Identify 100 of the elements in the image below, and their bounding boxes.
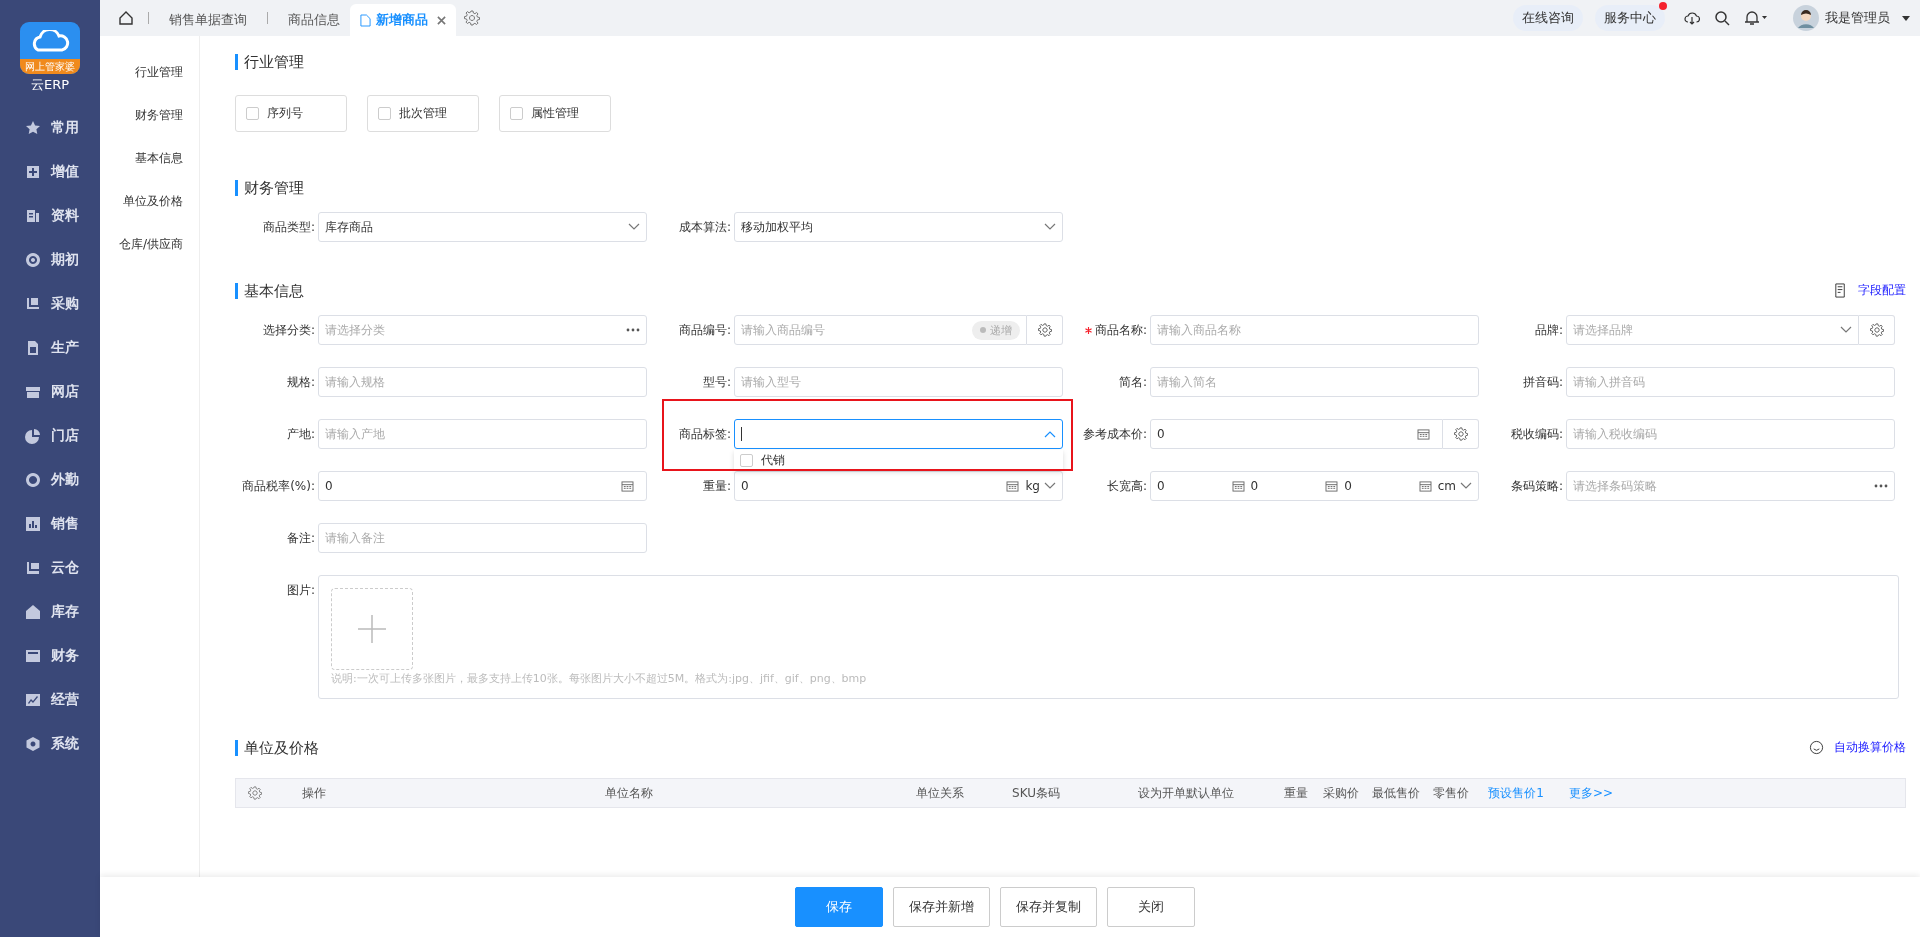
checkbox[interactable]: [510, 107, 523, 120]
section-title: 基本信息: [235, 282, 304, 299]
sidebar-item[interactable]: 增值: [0, 150, 100, 194]
logo-badge: 网上管家婆: [20, 59, 80, 74]
select-field[interactable]: 库存商品: [318, 212, 647, 242]
dropdown-option[interactable]: 代销: [734, 451, 785, 469]
sidebar-item[interactable]: 网店: [0, 370, 100, 414]
wallet-icon: [25, 648, 41, 664]
footer-button[interactable]: 关闭: [1107, 887, 1195, 927]
chevron-down-icon: [1044, 482, 1056, 490]
sidebar-item[interactable]: 经营: [0, 678, 100, 722]
chevron-icon: [1044, 430, 1056, 438]
sidebar-item[interactable]: 财务: [0, 634, 100, 678]
sidebar-item[interactable]: 销售: [0, 502, 100, 546]
document-icon: [360, 13, 371, 27]
dimension-value: 0: [1157, 479, 1166, 493]
checkbox[interactable]: [378, 107, 391, 120]
sidebar-item[interactable]: 期初: [0, 238, 100, 282]
document-icon: [25, 340, 41, 356]
anchor-link[interactable]: 财务管理: [100, 107, 199, 150]
footer-button[interactable]: 保存并新增: [893, 887, 990, 927]
field-label: 参考成本价:: [1081, 426, 1148, 443]
column-header: 预设售价1: [1487, 784, 1545, 802]
select-field[interactable]: 移动加权平均: [734, 212, 1063, 242]
settings-icon: [1453, 427, 1468, 441]
chevron-down-icon: [1044, 223, 1056, 231]
sidebar-item[interactable]: 常用: [0, 106, 100, 150]
settings-button[interactable]: [1443, 419, 1479, 449]
field-label: 简名:: [1117, 374, 1148, 391]
sidebar-item[interactable]: 生产: [0, 326, 100, 370]
store-icon: [25, 384, 41, 400]
dimensions-field[interactable]: 0 0 0 cm: [1150, 471, 1479, 501]
checkbox[interactable]: [246, 107, 259, 120]
dimension-value: 0: [1344, 479, 1353, 493]
field-label: 商品编号:: [677, 322, 732, 339]
field-label: 商品税率(%):: [241, 478, 316, 495]
anchor-link[interactable]: 行业管理: [100, 64, 199, 107]
anchor-link[interactable]: 仓库/供应商: [100, 236, 199, 279]
chart-icon: [25, 692, 41, 708]
pie-chart-icon: [25, 428, 41, 444]
settings-icon: [1037, 323, 1052, 337]
field-label: 成本算法:: [677, 219, 732, 236]
sidebar-item[interactable]: 云仓: [0, 546, 100, 590]
more-icon: [1874, 484, 1888, 488]
number-field[interactable]: 0 kg: [734, 471, 1063, 501]
plus-icon: [357, 614, 387, 644]
anchor-link[interactable]: 基本信息: [100, 150, 199, 193]
column-header: 单位名称: [604, 784, 654, 802]
sidebar-item[interactable]: 系统: [0, 722, 100, 766]
dimension-value: 0: [1250, 479, 1260, 493]
smiley-icon: [1809, 740, 1824, 755]
calculator-icon: [621, 480, 634, 492]
column-header: 重量: [1283, 784, 1309, 802]
top-button[interactable]: 服务中心: [1595, 5, 1665, 31]
table-settings-icon: [1833, 283, 1848, 298]
bell-icon[interactable]: [1744, 10, 1768, 26]
plus-icon: [25, 164, 41, 180]
notification-dot: [1659, 2, 1667, 10]
field-label: 图片:: [285, 582, 316, 599]
settings-icon[interactable]: [248, 786, 262, 800]
column-header: SKU条码: [1011, 784, 1061, 802]
calculator-icon: [1231, 480, 1245, 492]
cloud-icon: [30, 29, 70, 52]
sidebar-item[interactable]: 外勤: [0, 458, 100, 502]
hexagon-icon: [25, 736, 41, 752]
field-config-link[interactable]: 字段配置: [1858, 282, 1906, 299]
anchor-link[interactable]: 单位及价格: [100, 193, 199, 236]
settings-icon[interactable]: [464, 10, 480, 26]
tag-select-field[interactable]: [734, 419, 1063, 449]
field-label: 商品标签:: [677, 426, 732, 443]
unit-select[interactable]: kg: [1025, 479, 1040, 493]
field-label: 型号:: [701, 374, 732, 391]
option-checkbox[interactable]: 序列号: [235, 95, 347, 132]
field-label: 税收编码:: [1509, 426, 1564, 443]
document-icon: [25, 208, 41, 224]
tab[interactable]: 商品信息: [278, 4, 350, 36]
number-field[interactable]: 0: [1150, 419, 1443, 449]
unit-select[interactable]: cm: [1437, 479, 1456, 493]
chevron-down-icon: [1460, 482, 1472, 490]
option-checkbox[interactable]: 属性管理: [499, 95, 611, 132]
user-menu[interactable]: 我是管理员: [1793, 5, 1910, 31]
home-icon[interactable]: [118, 10, 134, 26]
sidebar-item[interactable]: 库存: [0, 590, 100, 634]
settings-button[interactable]: [1859, 315, 1895, 345]
close-icon[interactable]: [437, 15, 446, 25]
footer-button[interactable]: 保存并复制: [1000, 887, 1097, 927]
search-icon[interactable]: [1714, 10, 1730, 26]
cloud-download-icon[interactable]: [1684, 10, 1700, 26]
top-button[interactable]: 在线咨询: [1513, 5, 1583, 31]
sidebar-item[interactable]: 资料: [0, 194, 100, 238]
option-checkbox[interactable]: 批次管理: [367, 95, 479, 132]
sidebar-item[interactable]: 采购: [0, 282, 100, 326]
settings-button[interactable]: [1027, 315, 1063, 345]
column-header: 零售价: [1432, 784, 1470, 802]
auto-convert-link[interactable]: 自动换算价格: [1834, 739, 1906, 756]
number-field[interactable]: 0: [318, 471, 647, 501]
column-header: 最低售价: [1371, 784, 1421, 802]
field-label: 重量:: [701, 478, 732, 495]
sidebar-item[interactable]: 门店: [0, 414, 100, 458]
tab[interactable]: 销售单据查询: [159, 4, 257, 36]
